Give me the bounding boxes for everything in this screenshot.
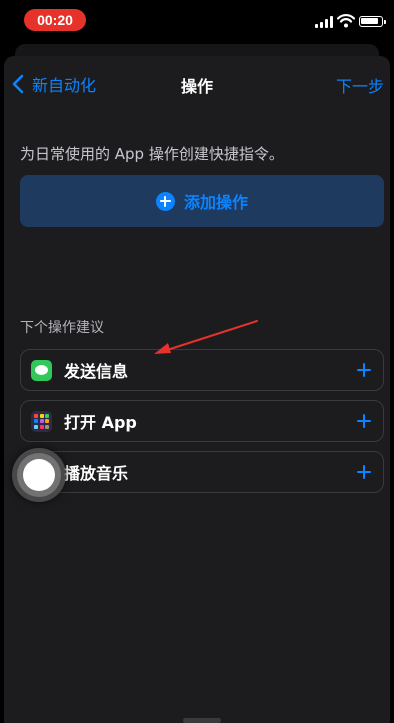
apps-grid-icon <box>31 410 52 432</box>
suggestions-header: 下个操作建议 <box>20 320 104 336</box>
messages-app-icon <box>31 359 52 381</box>
red-arrow-annotation <box>154 320 258 354</box>
wifi-icon <box>337 14 355 28</box>
plus-icon[interactable] <box>355 361 373 379</box>
suggestion-label: 打开 App <box>64 413 137 432</box>
suggestion-label: 播放音乐 <box>64 464 129 483</box>
status-bar: 00:20 <box>0 0 394 40</box>
plus-icon[interactable] <box>355 463 373 481</box>
next-button[interactable]: 下一步 <box>336 73 384 97</box>
battery-icon <box>359 16 386 27</box>
add-action-label: 添加操作 <box>183 193 248 212</box>
background-sheet <box>15 44 379 56</box>
suggestion-open-app[interactable]: 打开 App <box>20 400 384 442</box>
navigation-bar: 新自动化 操作 下一步 <box>4 56 390 112</box>
status-time[interactable]: 00:20 <box>24 9 86 31</box>
intro-text: 为日常使用的 App 操作创建快捷指令。 <box>20 145 284 163</box>
page-title: 操作 <box>180 77 213 96</box>
plus-icon[interactable] <box>355 412 373 430</box>
add-action-button[interactable]: 添加操作 <box>20 175 384 227</box>
assistive-touch-button[interactable] <box>12 448 66 502</box>
suggestion-label: 发送信息 <box>64 362 129 381</box>
action-sheet: 新自动化 操作 下一步 为日常使用的 App 操作创建快捷指令。 添加操作 下个… <box>4 56 390 723</box>
cellular-signal-icon <box>315 16 335 28</box>
suggestion-play-music[interactable]: 播放音乐 <box>20 451 384 493</box>
plus-circle-icon <box>155 191 175 211</box>
home-indicator <box>183 718 221 723</box>
